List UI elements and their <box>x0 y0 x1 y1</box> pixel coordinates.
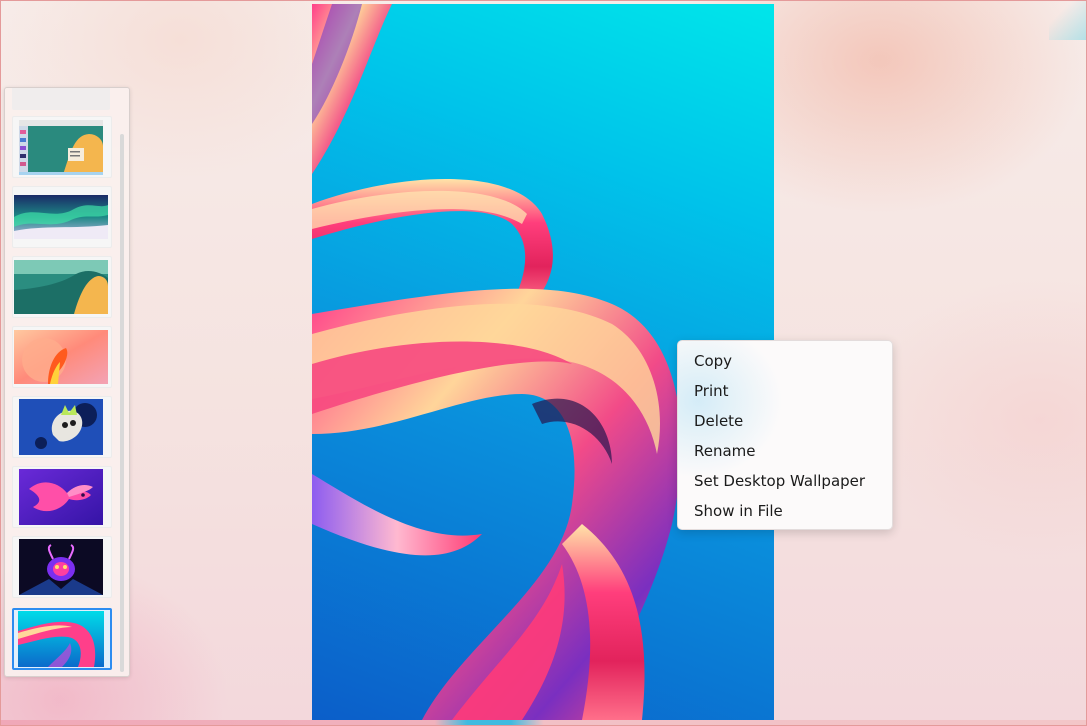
thumbnail-scrollbar[interactable] <box>120 134 124 672</box>
thumbnail-image <box>14 195 108 239</box>
thumbnail-pink-ribbon-wallpaper[interactable] <box>12 608 112 670</box>
thumbnail-pink-betta-fish[interactable] <box>12 466 112 528</box>
menu-item-set-desktop-wallpaper[interactable]: Set Desktop Wallpaper <box>694 469 865 493</box>
thumbnail-panel <box>4 87 130 677</box>
menu-item-copy[interactable]: Copy <box>694 349 732 373</box>
thumbnail-image <box>18 611 104 667</box>
thumbnail-placeholder <box>12 88 110 110</box>
thumbnail-image <box>14 330 108 384</box>
thumbnail-teal-yellow-waves[interactable] <box>12 256 112 318</box>
thumbnail-image <box>19 120 103 175</box>
image-viewer-window: Copy Print Delete Rename Set Desktop Wal… <box>0 0 1087 726</box>
thumbnail-image <box>19 539 103 595</box>
thumbnail-desktop-screenshot[interactable] <box>12 116 112 178</box>
menu-item-print[interactable]: Print <box>694 379 729 403</box>
thumbnail-image <box>19 469 103 525</box>
menu-item-delete[interactable]: Delete <box>694 409 743 433</box>
context-menu: Copy Print Delete Rename Set Desktop Wal… <box>677 340 893 530</box>
window-bottom-edge <box>0 720 1087 726</box>
menu-item-show-in-file[interactable]: Show in File <box>694 499 783 523</box>
thumbnail-image <box>19 399 103 455</box>
thumbnail-dragon-robot-art[interactable] <box>12 396 112 458</box>
window-corner-decoration <box>1049 0 1087 40</box>
thumbnail-aurora-landscape[interactable] <box>12 186 112 248</box>
thumbnail-image <box>14 260 108 314</box>
thumbnail-neon-creature[interactable] <box>12 536 112 598</box>
thumbnail-orange-flower-abstract[interactable] <box>12 326 112 388</box>
menu-item-rename[interactable]: Rename <box>694 439 756 463</box>
